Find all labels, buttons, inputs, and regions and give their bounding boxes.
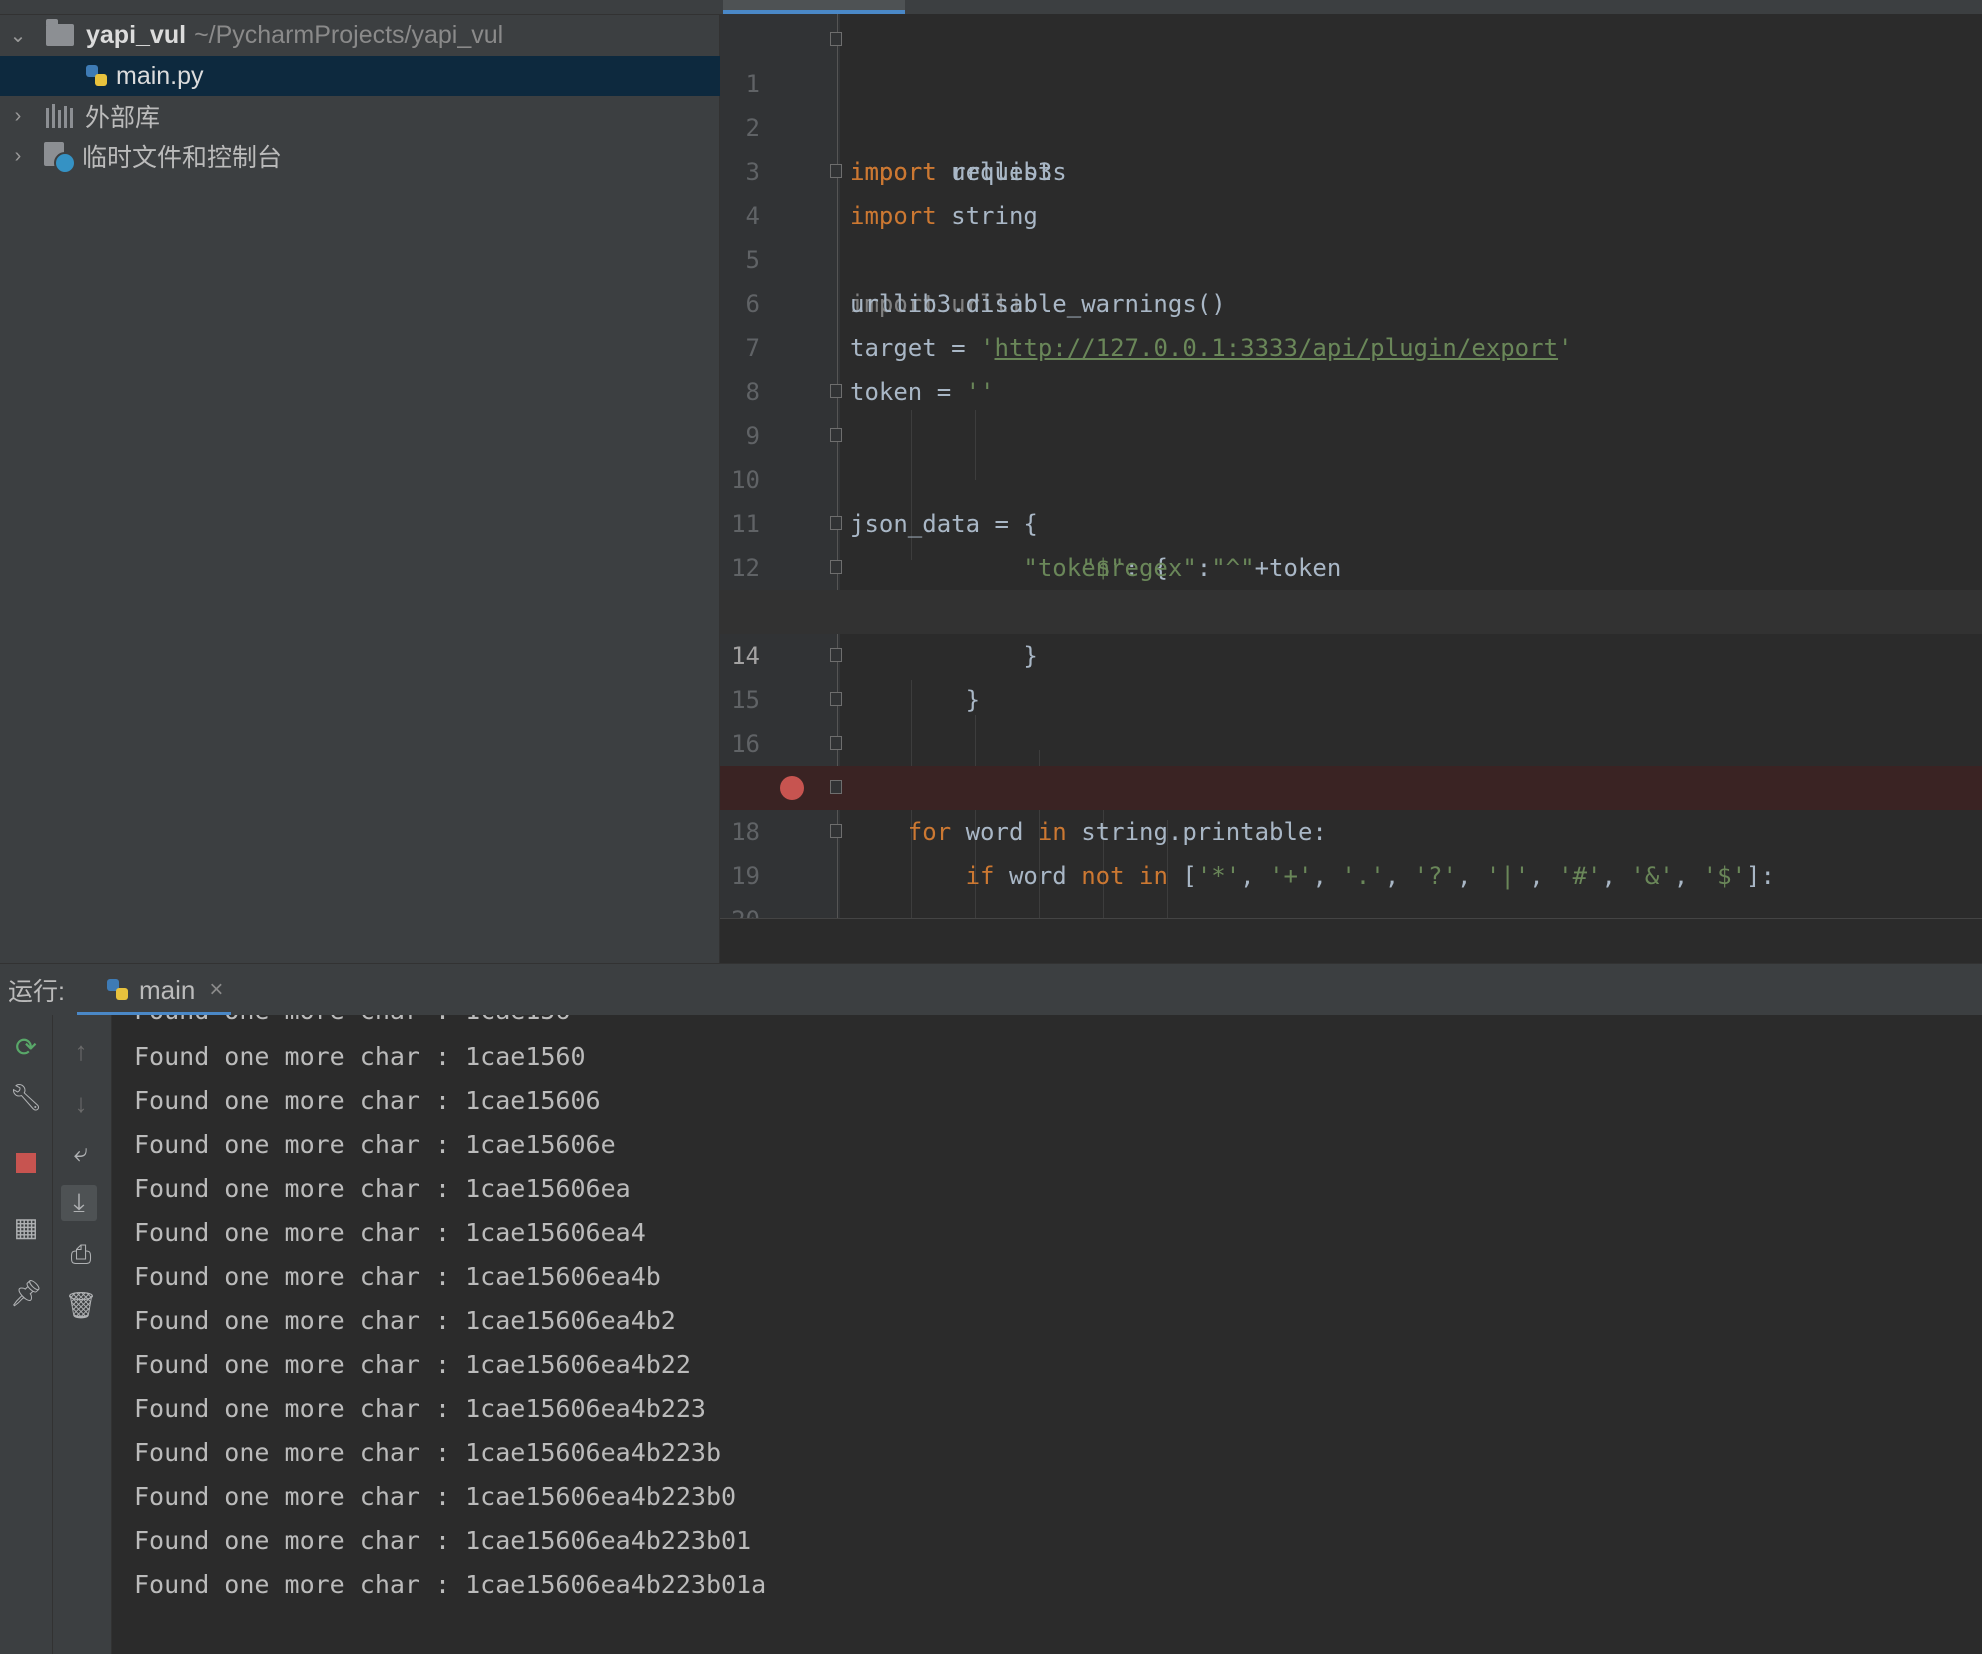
rerun-icon[interactable]: ⟳ — [8, 1029, 44, 1065]
folder-icon — [46, 19, 74, 46]
fold-marker-icon[interactable] — [830, 516, 842, 530]
project-name: yapi_vul — [86, 20, 187, 49]
fold-marker-icon[interactable] — [830, 736, 842, 750]
console-line: Found one more char : 1cae15606ea4b223 — [134, 1394, 706, 1423]
console-line: Found one more char : 1cae15606ea4b223b0… — [134, 1526, 752, 1555]
fold-marker-icon[interactable] — [830, 32, 842, 46]
code-line-18-breakpoint[interactable]: 18 json_data = { — [720, 766, 1982, 978]
code-line-12[interactable]: 12 } — [720, 502, 1982, 670]
code-line-17[interactable]: 17 if word not in ['*', '+', '.', '?', '… — [720, 722, 1982, 890]
fold-marker-icon[interactable] — [830, 692, 842, 706]
chevron-right-icon[interactable]: › — [8, 145, 28, 168]
close-icon[interactable]: × — [209, 976, 223, 1004]
chevron-down-icon[interactable]: ⌄ — [8, 23, 28, 48]
file-name: main.py — [116, 61, 204, 90]
code-line-5[interactable]: 5 urllib3.disable_warnings() — [720, 194, 1982, 318]
console-line: Found one more char : 1cae15606 — [134, 1086, 601, 1115]
run-label: 运行: — [8, 978, 65, 1006]
console-line: Found one more char : 1cae15606ea4b223b0 — [134, 1482, 737, 1511]
editor-tab-main-py[interactable] — [723, 0, 905, 14]
editor-bottom-bar — [720, 918, 1982, 964]
project-tool-window: ⌄ yapi_vul ~/PycharmProjects/yapi_vul ma… — [0, 0, 720, 963]
run-toolbar-secondary: ↑ ↓ ⤶ ⤓ ⎙ 🗑︎ — [53, 1015, 112, 1654]
trash-icon[interactable]: 🗑︎ — [63, 1287, 99, 1323]
external-libraries-label: 外部库 — [85, 104, 161, 132]
code-line-2[interactable]: 2 import urllib3 — [720, 62, 1982, 186]
project-toolbar — [0, 0, 720, 15]
fold-marker-icon[interactable] — [830, 824, 842, 838]
fold-marker-icon[interactable] — [830, 780, 842, 794]
code-line-13[interactable]: 13 } — [720, 546, 1982, 714]
scroll-to-end-icon[interactable]: ⤓ — [61, 1185, 97, 1221]
stop-icon[interactable] — [8, 1145, 44, 1181]
code-line-4[interactable]: 4 import urllib — [720, 150, 1982, 318]
fold-marker-icon[interactable] — [830, 560, 842, 574]
python-icon — [105, 977, 131, 1003]
console-line: Found one more char : 1cae15606ea4b223b0… — [134, 1570, 767, 1599]
scratches-icon — [44, 142, 76, 174]
code-line-6[interactable]: 6 target = 'http://127.0.0.1:3333/api/pl… — [720, 238, 1982, 362]
pin-icon[interactable]: 📌︎ — [8, 1275, 44, 1311]
layout-icon[interactable]: ▦ — [8, 1209, 44, 1245]
code-line-9[interactable]: 9 json_data = { — [720, 370, 1982, 538]
code-line-7[interactable]: 7 token = '' — [720, 282, 1982, 406]
code-line-20[interactable]: 20 "$regex": "^" + token+word — [720, 854, 1982, 978]
code-line-19[interactable]: 19 "token": { — [720, 810, 1982, 978]
console-line: Found one more char : 1cae15606ea4 — [134, 1218, 646, 1247]
print-icon[interactable]: ⎙ — [63, 1237, 99, 1273]
run-tab-label: main — [138, 974, 196, 1005]
tree-item-external-libraries[interactable]: › 外部库 — [0, 96, 720, 136]
arrow-down-icon[interactable]: ↓ — [63, 1085, 99, 1121]
chevron-right-icon[interactable]: › — [8, 105, 28, 128]
scratches-label: 临时文件和控制台 — [82, 144, 283, 172]
console-line: Found one more char : 1cae15606ea4b2 — [134, 1306, 676, 1335]
code-editor[interactable]: 1 import requests 2 import urllib3 3 imp… — [720, 0, 1982, 978]
code-line-15[interactable]: 15 while True: — [720, 634, 1982, 802]
console-line: Found one more char : 1cae15606ea4b22 — [134, 1350, 691, 1379]
soft-wrap-icon[interactable]: ⤶ — [63, 1135, 99, 1171]
breakpoint-icon[interactable] — [780, 776, 804, 800]
console-line: Found one more char : 1cae15606ea4b — [134, 1262, 661, 1291]
python-file-icon — [84, 63, 110, 89]
wrench-icon[interactable]: 🔧︎ — [8, 1079, 44, 1115]
run-toolbar-primary: ⟳ 🔧︎ ▦ 📌︎ — [0, 1015, 53, 1654]
code-line-1[interactable]: 1 import requests — [720, 18, 1982, 186]
code-line-16[interactable]: 16 for word in string.printable: — [720, 678, 1982, 846]
tree-item-project-root[interactable]: ⌄ yapi_vul ~/PycharmProjects/yapi_vul — [0, 15, 720, 55]
code-line-3[interactable]: 3 import string — [720, 106, 1982, 230]
project-path: ~/PycharmProjects/yapi_vul — [194, 20, 504, 49]
console-line: Found one more char : 1cae1560 — [134, 1042, 586, 1071]
code-line-11[interactable]: 11 "$regex":"^"+token — [720, 458, 1982, 582]
editor-tab-bar — [720, 0, 1982, 14]
code-line-10[interactable]: 10 "token": { — [720, 414, 1982, 582]
console-line: Found one more char : 1cae15606ea4b223b — [134, 1438, 721, 1467]
tab-run-main[interactable]: main × — [76, 964, 232, 1016]
run-tool-window-header: 运行: main × — [0, 963, 1982, 1016]
code-line-8[interactable]: 8 — [720, 326, 1982, 406]
fold-marker-icon[interactable] — [830, 428, 842, 442]
console-line: Found one more char : 1cae15606ea — [134, 1174, 631, 1203]
fold-marker-icon[interactable] — [830, 384, 842, 398]
fold-marker-icon[interactable] — [830, 648, 842, 662]
console-line: Found one more char : 1cae156 — [134, 1015, 571, 1033]
fold-marker-icon[interactable] — [830, 164, 842, 178]
code-line-14-current[interactable]: 14 — [720, 590, 1982, 670]
console-output[interactable]: Found one more char : 1cae156 Found one … — [112, 1015, 1982, 1654]
library-icon — [46, 104, 73, 128]
tree-item-scratches[interactable]: › 临时文件和控制台 — [0, 136, 720, 176]
tree-item-main-py[interactable]: main.py — [0, 56, 720, 96]
arrow-up-icon[interactable]: ↑ — [63, 1033, 99, 1069]
console-line: Found one more char : 1cae15606e — [134, 1130, 616, 1159]
